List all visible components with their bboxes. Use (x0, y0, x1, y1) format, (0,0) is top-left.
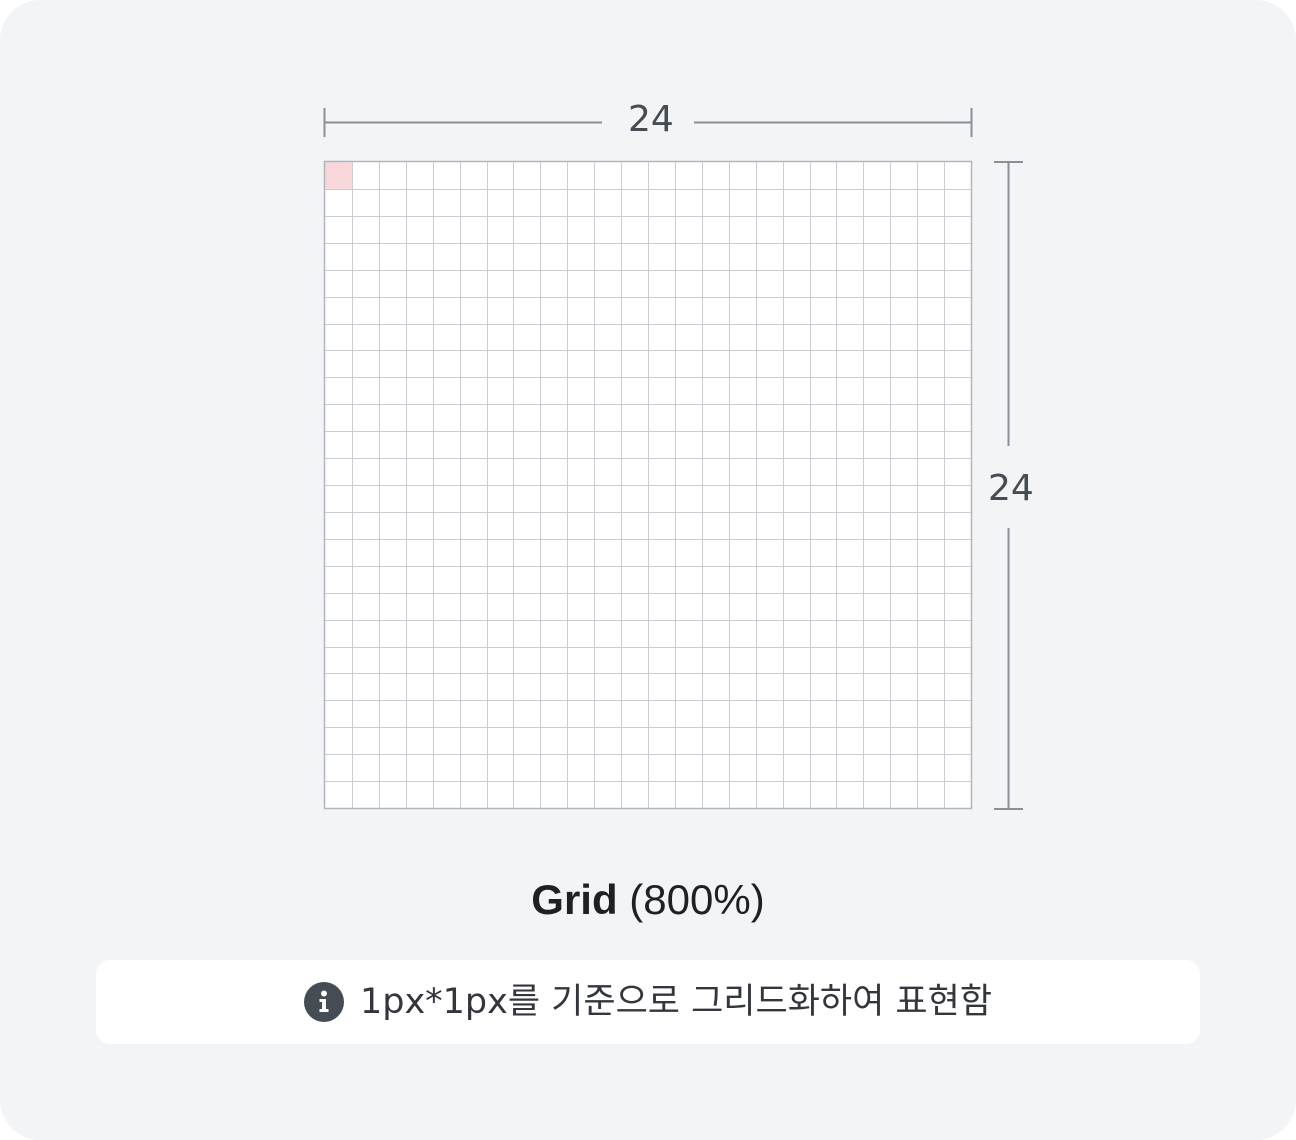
info-note-text: 1px*1px를 기준으로 그리드화하여 표현함 (359, 981, 993, 1022)
info-icon (303, 982, 344, 1022)
width-dimension-label: 24 (628, 99, 674, 140)
caption-title: Grid (531, 876, 618, 923)
pixel-grid (323, 160, 973, 810)
grid-spec-card: 24 24 Grid (800%) 1px*1px를 기준으로 그리드화하여 표… (0, 0, 1296, 1140)
height-dimension-label: 24 (988, 468, 1034, 509)
info-note: 1px*1px를 기준으로 그리드화하여 표현함 (96, 960, 1200, 1044)
highlighted-pixel-cell (325, 162, 352, 189)
caption-scale: (800%) (629, 876, 765, 923)
grid-caption: Grid (800%) (0, 874, 1296, 926)
